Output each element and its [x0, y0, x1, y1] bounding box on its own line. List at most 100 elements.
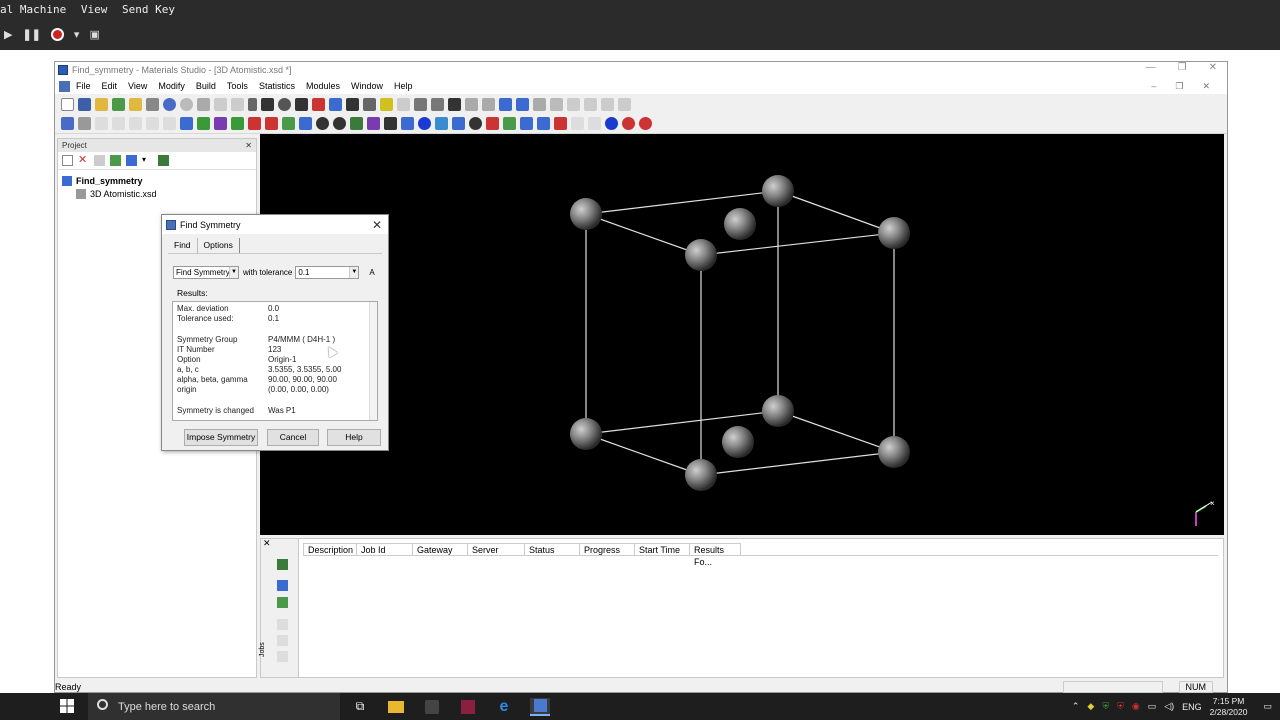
sketch-pencil-icon[interactable]: [380, 97, 393, 111]
menu-edit[interactable]: Edit: [102, 81, 118, 91]
q-icon[interactable]: [384, 117, 397, 130]
chart-k-icon[interactable]: [350, 117, 363, 130]
zoom-icon[interactable]: [278, 97, 291, 111]
column-results-folder[interactable]: Results Fo...: [690, 543, 741, 567]
align-icon[interactable]: [465, 97, 478, 111]
column-server[interactable]: Server: [468, 543, 525, 556]
materials-studio-icon[interactable]: [530, 697, 550, 716]
job-delete-icon[interactable]: [277, 635, 288, 646]
mdi-minimize-icon[interactable]: –: [1151, 81, 1156, 92]
column-gateway[interactable]: Gateway: [413, 543, 468, 556]
edge-icon[interactable]: e: [494, 698, 514, 716]
menu-modules[interactable]: Modules: [306, 81, 340, 91]
cube-icon[interactable]: [401, 117, 414, 130]
help-button[interactable]: Help: [327, 429, 381, 446]
stop-icon[interactable]: [50, 27, 64, 41]
sort-icon[interactable]: [550, 97, 563, 111]
menu-statistics[interactable]: Statistics: [259, 81, 295, 91]
job-stop-icon[interactable]: [277, 619, 288, 630]
results-box[interactable]: Max. deviation 0.0 Tolerance used: 0.1 Sym…: [172, 301, 378, 421]
rotate-icon[interactable]: [295, 97, 308, 111]
new-icon[interactable]: [61, 97, 74, 111]
tab-options[interactable]: Options: [196, 238, 240, 253]
tray-language[interactable]: ENG: [1182, 702, 1202, 712]
measure-icon[interactable]: [516, 97, 529, 111]
clock-icon[interactable]: [333, 117, 346, 130]
sort-tree-icon[interactable]: [126, 155, 137, 166]
vm-menu-machine[interactable]: al Machine: [0, 3, 66, 16]
minimize-icon[interactable]: —: [1146, 62, 1156, 73]
open-icon[interactable]: [95, 97, 108, 111]
menu-build[interactable]: Build: [196, 81, 216, 91]
server-status-icon[interactable]: [277, 559, 288, 570]
new-folder-icon[interactable]: [62, 155, 73, 166]
lattice-icon[interactable]: [533, 97, 546, 111]
pause-icon[interactable]: ❚❚: [22, 28, 40, 41]
fit-icon[interactable]: [346, 97, 359, 111]
disabled-tool-icon[interactable]: [571, 117, 584, 130]
polymer-icon[interactable]: [214, 117, 227, 130]
settings-icon[interactable]: [452, 117, 465, 130]
dialog-close-icon[interactable]: ✕: [372, 218, 382, 232]
sphere-icon[interactable]: [418, 117, 431, 130]
bracket-icon[interactable]: [448, 97, 461, 111]
clear-icon[interactable]: [163, 117, 176, 130]
forcite-icon[interactable]: [503, 117, 516, 130]
store-icon[interactable]: [422, 698, 442, 716]
tray-shield-icon[interactable]: ⛨: [1102, 701, 1109, 712]
restore-icon[interactable]: ❐: [1178, 62, 1187, 73]
cluster-icon[interactable]: [265, 117, 278, 130]
column-start-time[interactable]: Start Time: [635, 543, 690, 556]
mdi-restore-icon[interactable]: ❐: [1175, 81, 1183, 92]
atom-mixed-icon[interactable]: [639, 117, 652, 130]
gulp-icon[interactable]: [537, 117, 550, 130]
properties-icon[interactable]: [94, 155, 105, 166]
screen-icon[interactable]: ▣: [89, 28, 99, 41]
chevron-down-icon[interactable]: ▾: [74, 28, 80, 41]
link-icon[interactable]: [248, 117, 261, 130]
impose-symmetry-button[interactable]: Impose Symmetry: [184, 429, 258, 446]
delete-icon[interactable]: ✕: [78, 155, 89, 166]
mdi-close-icon[interactable]: ✕: [1202, 81, 1210, 92]
orbit-icon[interactable]: [146, 117, 159, 130]
surface-icon[interactable]: [282, 117, 295, 130]
crystal-icon[interactable]: [180, 117, 193, 130]
windows-start-icon[interactable]: [60, 699, 74, 713]
tray-app-icon[interactable]: ◉: [1132, 701, 1140, 712]
wave-icon[interactable]: [231, 117, 244, 130]
atom-red-icon[interactable]: [622, 117, 635, 130]
import-icon[interactable]: [112, 97, 125, 111]
translate-icon[interactable]: [261, 97, 274, 111]
chart-icon[interactable]: [601, 97, 614, 111]
atom-select-icon[interactable]: [499, 97, 512, 111]
project-close-icon[interactable]: ✕: [245, 141, 252, 150]
chain-icon[interactable]: [414, 97, 427, 111]
column-progress[interactable]: Progress: [580, 543, 635, 556]
tray-network-icon[interactable]: ▭: [1148, 701, 1157, 712]
home-icon[interactable]: [312, 97, 325, 111]
menu-view[interactable]: View: [128, 81, 147, 91]
grid-view-icon[interactable]: [61, 117, 74, 130]
document-icon[interactable]: [59, 80, 70, 92]
jobs-close-icon[interactable]: ✕: [263, 538, 271, 549]
dmol-icon[interactable]: [486, 117, 499, 130]
taskbar-search[interactable]: Type here to search: [88, 693, 340, 720]
menu-window[interactable]: Window: [351, 81, 383, 91]
select-icon[interactable]: [248, 97, 257, 111]
pan-icon[interactable]: [129, 117, 142, 130]
menu-modify[interactable]: Modify: [158, 81, 185, 91]
file-explorer-icon[interactable]: [386, 698, 406, 716]
reflex-icon[interactable]: [554, 117, 567, 130]
menu-help[interactable]: Help: [394, 81, 413, 91]
server-icon[interactable]: [158, 155, 169, 166]
column-job-id[interactable]: Job Id: [357, 543, 413, 556]
menu-tools[interactable]: Tools: [227, 81, 248, 91]
dropdown-icon[interactable]: ▾: [142, 155, 153, 166]
table-icon[interactable]: [584, 97, 597, 111]
disabled-tool-2-icon[interactable]: [588, 117, 601, 130]
molecule-icon[interactable]: [197, 117, 210, 130]
refresh-icon[interactable]: [110, 155, 121, 166]
save-icon[interactable]: [78, 97, 91, 111]
tray-clock[interactable]: 7:15 PM 2/28/2020: [1210, 696, 1248, 718]
reset-view-icon[interactable]: [363, 97, 376, 111]
